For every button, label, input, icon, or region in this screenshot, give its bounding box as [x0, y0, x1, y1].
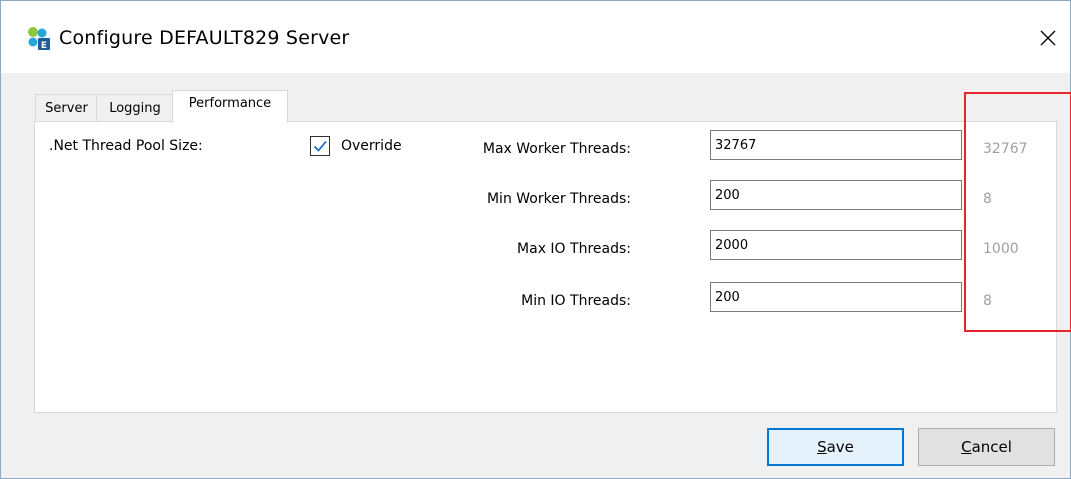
save-mnemonic: S [817, 438, 827, 456]
tab-server[interactable]: Server [35, 94, 98, 122]
max-io-threads-default: 1000 [983, 241, 1019, 257]
override-checkbox[interactable] [310, 136, 330, 156]
tab-performance[interactable]: Performance [172, 90, 288, 123]
min-io-threads-label: Min IO Threads: [521, 293, 631, 309]
max-io-threads-input[interactable] [710, 230, 962, 260]
dialog-window: E Configure DEFAULT829 Server Server Log… [0, 0, 1071, 479]
close-icon[interactable] [1031, 21, 1065, 55]
max-worker-threads-default: 32767 [983, 141, 1028, 157]
window-title: Configure DEFAULT829 Server [59, 27, 350, 49]
title-bar[interactable]: E Configure DEFAULT829 Server [1, 1, 1070, 73]
dialog-client-area: Server Logging Performance .Net Thread P… [1, 73, 1070, 478]
cancel-label-rest: ancel [971, 438, 1012, 456]
svg-text:E: E [41, 41, 47, 51]
min-worker-threads-default: 8 [983, 191, 992, 207]
max-worker-threads-label: Max Worker Threads: [482, 141, 631, 157]
cancel-mnemonic: C [961, 438, 972, 456]
tab-logging[interactable]: Logging [96, 94, 174, 122]
checkmark-icon [313, 140, 327, 152]
override-label: Override [341, 138, 402, 154]
min-io-threads-input[interactable] [710, 282, 962, 312]
min-worker-threads-label: Min Worker Threads: [486, 191, 631, 207]
max-io-threads-label: Max IO Threads: [517, 241, 631, 257]
min-worker-threads-input[interactable] [710, 180, 962, 210]
max-worker-threads-input[interactable] [710, 130, 962, 160]
cancel-button[interactable]: Cancel [918, 428, 1055, 466]
performance-panel: .Net Thread Pool Size: Override Max Work… [34, 121, 1057, 413]
thread-pool-size-label: .Net Thread Pool Size: [49, 138, 203, 154]
save-button[interactable]: Save [767, 428, 904, 466]
min-io-threads-default: 8 [983, 293, 992, 309]
save-label-rest: ave [826, 438, 854, 456]
server-config-icon: E [28, 27, 50, 51]
